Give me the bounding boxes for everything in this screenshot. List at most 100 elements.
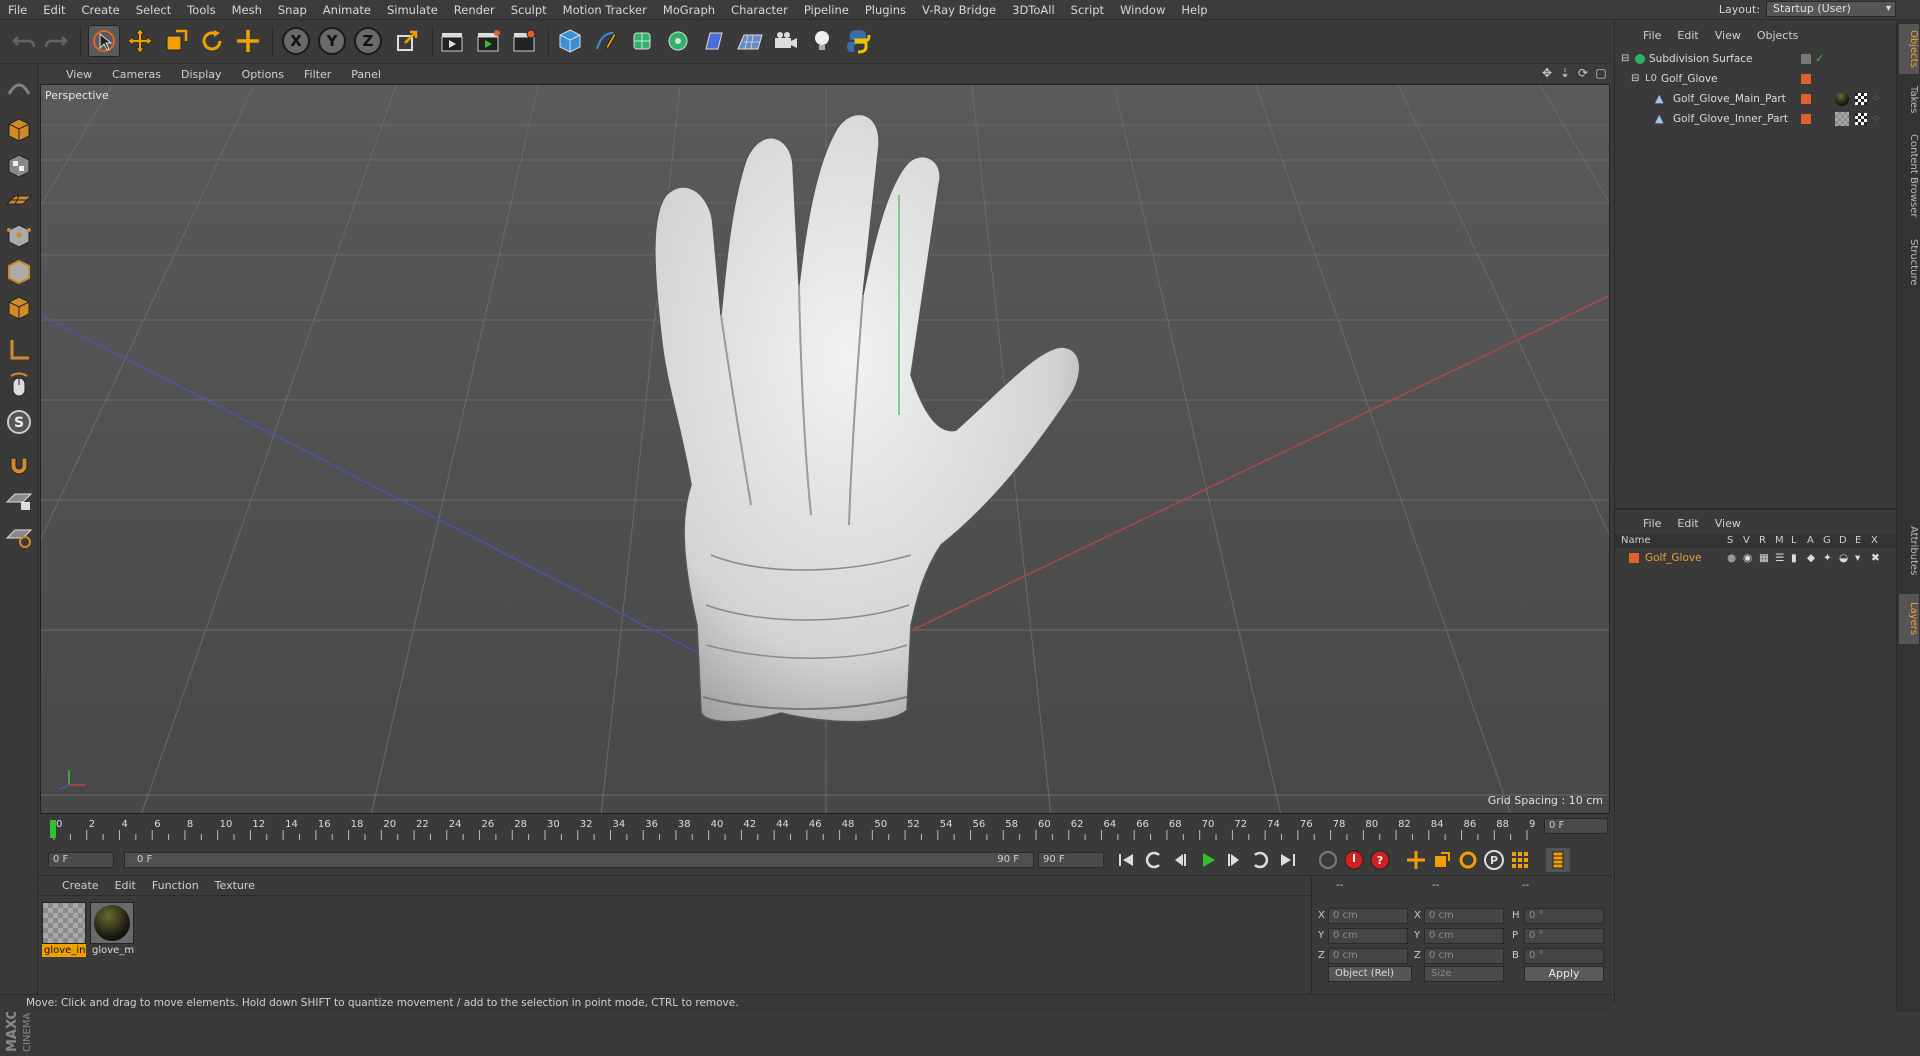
play-button[interactable]: [1196, 848, 1220, 872]
menu-simulate[interactable]: Simulate: [379, 3, 446, 17]
tab-objects[interactable]: Objects: [1899, 24, 1919, 74]
object-menu-view[interactable]: View: [1707, 29, 1749, 42]
record-keys-button[interactable]: [1316, 848, 1340, 872]
object-menu-edit[interactable]: Edit: [1669, 29, 1706, 42]
make-editable-button[interactable]: [3, 72, 35, 104]
end-frame-field[interactable]: 90 F: [1038, 852, 1104, 868]
menu-snap[interactable]: Snap: [270, 3, 315, 17]
key-scale-button[interactable]: [1430, 848, 1454, 872]
layer-expression-icon[interactable]: ▾: [1855, 550, 1860, 566]
previous-frame-button[interactable]: [1168, 848, 1192, 872]
x-axis-lock-button[interactable]: X: [282, 27, 310, 55]
layer-xref-icon[interactable]: ✖: [1871, 550, 1880, 566]
viewport-menu-panel[interactable]: Panel: [341, 68, 391, 81]
axis-mode-button[interactable]: [3, 334, 35, 366]
position-y-field[interactable]: 0 cm: [1328, 928, 1408, 944]
layout-dropdown[interactable]: Startup (User): [1766, 1, 1896, 17]
pan-icon[interactable]: ✥: [1540, 66, 1554, 80]
solo-button[interactable]: S: [3, 406, 35, 438]
tab-layers[interactable]: Layers: [1899, 594, 1919, 644]
material-swatch-glove-in[interactable]: glove_in: [42, 902, 86, 960]
phong-tag-icon[interactable]: ⁘: [1871, 110, 1880, 128]
next-frame-button[interactable]: [1222, 848, 1246, 872]
texture-mode-button[interactable]: [3, 150, 35, 182]
orbit-icon[interactable]: ⟳: [1576, 66, 1590, 80]
menu-mesh[interactable]: Mesh: [224, 3, 270, 17]
transform-tool-button[interactable]: [232, 25, 264, 57]
layer-color-swatch[interactable]: [1801, 74, 1811, 84]
layer-row-golf-glove[interactable]: Golf_Glove ● ◉ ▦ ☰ ▮ ◆ ✦ ◒ ▾ ✖: [1615, 550, 1896, 566]
autokey-button[interactable]: ?: [1368, 848, 1392, 872]
previous-key-button[interactable]: [1142, 848, 1166, 872]
go-to-start-button[interactable]: [1114, 848, 1138, 872]
cloner-button[interactable]: [662, 25, 694, 57]
layer-visible-eye-icon[interactable]: ◉: [1743, 550, 1752, 566]
polygons-mode-button[interactable]: [3, 292, 35, 324]
edit-render-settings-button[interactable]: [508, 25, 540, 57]
undo-button[interactable]: [8, 25, 40, 57]
menu-file[interactable]: File: [0, 3, 35, 17]
scale-tool-button[interactable]: [160, 25, 192, 57]
tweak-mode-button[interactable]: [3, 370, 35, 402]
subdivision-surface-button[interactable]: [626, 25, 658, 57]
layer-solo-toggle[interactable]: ●: [1727, 550, 1736, 566]
collapse-toggle-icon[interactable]: ⊟: [1621, 50, 1629, 68]
menu-3dtoall[interactable]: 3DToAll: [1004, 3, 1063, 17]
menu-render[interactable]: Render: [446, 3, 503, 17]
rotation-h-field[interactable]: 0 °: [1524, 908, 1604, 924]
menu-motion-tracker[interactable]: Motion Tracker: [555, 3, 655, 17]
live-selection-button[interactable]: [88, 25, 120, 57]
start-frame-field[interactable]: 0 F: [48, 852, 114, 868]
snap-button[interactable]: [3, 448, 35, 480]
deformer-button[interactable]: [698, 25, 730, 57]
layer-deformer-icon[interactable]: ◒: [1839, 550, 1848, 566]
tab-takes[interactable]: Takes: [1899, 80, 1919, 120]
z-axis-lock-button[interactable]: Z: [354, 27, 382, 55]
viewport-menu-view[interactable]: View: [56, 68, 102, 81]
layer-animation-icon[interactable]: ◆: [1807, 550, 1815, 566]
viewport-menu-options[interactable]: Options: [232, 68, 294, 81]
layer-menu-edit[interactable]: Edit: [1669, 517, 1706, 530]
cube-object-button[interactable]: [554, 25, 586, 57]
go-to-end-button[interactable]: [1276, 848, 1300, 872]
light-button[interactable]: [806, 25, 838, 57]
object-menu-objects[interactable]: Objects: [1749, 29, 1807, 42]
material-tag-icon[interactable]: [1835, 92, 1849, 106]
material-tag-icon[interactable]: [1835, 112, 1849, 126]
key-pla-button[interactable]: [1508, 848, 1532, 872]
layer-color-swatch[interactable]: [1801, 54, 1811, 64]
timeline-ruler[interactable]: 0 2 4 6 8 10 12 14 16 18 20 22 24 26 28 30 32 34 36 38 40 42 4…: [50, 816, 1535, 842]
coordinate-mode-dropdown[interactable]: Object (Rel): [1328, 966, 1412, 982]
layer-generator-icon[interactable]: ✦: [1823, 550, 1832, 566]
apply-button[interactable]: Apply: [1524, 966, 1604, 982]
coordinate-system-button[interactable]: [392, 25, 424, 57]
workplane-lock-button[interactable]: [3, 484, 35, 516]
menu-edit[interactable]: Edit: [35, 3, 73, 17]
size-y-field[interactable]: 0 cm: [1424, 928, 1504, 944]
uvw-tag-icon[interactable]: [1855, 93, 1867, 105]
menu-script[interactable]: Script: [1063, 3, 1112, 17]
current-frame-field[interactable]: 0 F: [1544, 818, 1608, 834]
material-menu-create[interactable]: Create: [54, 879, 107, 892]
key-parameter-button[interactable]: P: [1482, 848, 1506, 872]
next-key-button[interactable]: [1248, 848, 1272, 872]
rotate-tool-button[interactable]: [196, 25, 228, 57]
layer-color-swatch[interactable]: [1801, 94, 1811, 104]
menu-plugins[interactable]: Plugins: [857, 3, 914, 17]
record-button[interactable]: [1342, 848, 1366, 872]
object-row-golf-glove-inner-part[interactable]: ▲ Golf_Glove_Inner_Part ⁘: [1615, 110, 1897, 128]
rotation-b-field[interactable]: 0 °: [1524, 948, 1604, 964]
layer-menu-file[interactable]: File: [1635, 517, 1669, 530]
enabled-check-icon[interactable]: ✓: [1815, 50, 1824, 68]
menu-vray-bridge[interactable]: V-Ray Bridge: [914, 3, 1004, 17]
tab-attributes[interactable]: Attributes: [1899, 516, 1919, 586]
uvw-tag-icon[interactable]: [1855, 113, 1867, 125]
object-menu-file[interactable]: File: [1635, 29, 1669, 42]
render-view-button[interactable]: [436, 25, 468, 57]
dolly-icon[interactable]: ⇣: [1558, 66, 1572, 80]
layer-color-swatch[interactable]: [1629, 553, 1639, 563]
layer-manager-icon[interactable]: ☰: [1775, 550, 1784, 566]
menu-help[interactable]: Help: [1173, 3, 1215, 17]
playhead-marker[interactable]: [50, 820, 56, 838]
material-menu-edit[interactable]: Edit: [107, 879, 144, 892]
